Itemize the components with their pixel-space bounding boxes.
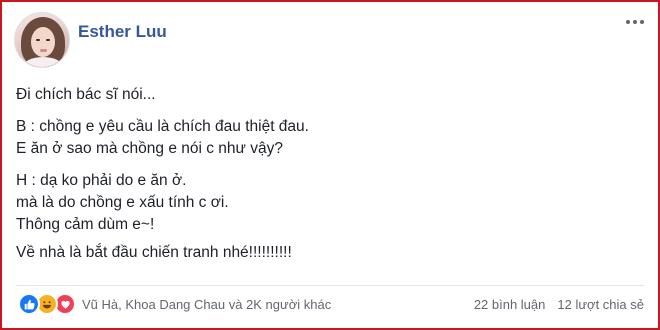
reacted-by[interactable]: Vũ Hà, Khoa Dang Chau và 2K người khác (82, 297, 331, 312)
post-line: Về nhà là bắt đầu chiến tranh nhé!!!!!!!… (16, 244, 292, 261)
post-text: Đi chích bác sĩ nói... B : chồng e yêu c… (16, 84, 636, 264)
post-line: mà là do chồng e xấu tính c ơi. (16, 194, 229, 211)
post-line: H : dạ ko phải do e ăn ở. (16, 172, 187, 189)
avatar[interactable] (14, 12, 70, 68)
post-card: Esther Luu Đi chích bác sĩ nói... B : ch… (0, 0, 660, 330)
reactions[interactable] (18, 293, 76, 315)
post-header: Esther Luu (14, 12, 167, 68)
post-line: Thông cảm dùm e~! (16, 216, 155, 233)
more-options-icon[interactable] (626, 20, 644, 24)
post-line: B : chồng e yêu cầu là chích đau thiệt đ… (16, 118, 309, 135)
like-icon (18, 293, 40, 315)
post-line: Đi chích bác sĩ nói... (16, 86, 156, 103)
divider (16, 285, 644, 286)
author-name[interactable]: Esther Luu (78, 22, 167, 42)
comment-count[interactable]: 22 bình luận (474, 297, 546, 312)
share-count[interactable]: 12 lượt chia sẻ (557, 297, 644, 312)
post-line: E ăn ở sao mà chồng e nói c như vậy? (16, 140, 283, 157)
post-footer: Vũ Hà, Khoa Dang Chau và 2K người khác 2… (18, 292, 644, 316)
